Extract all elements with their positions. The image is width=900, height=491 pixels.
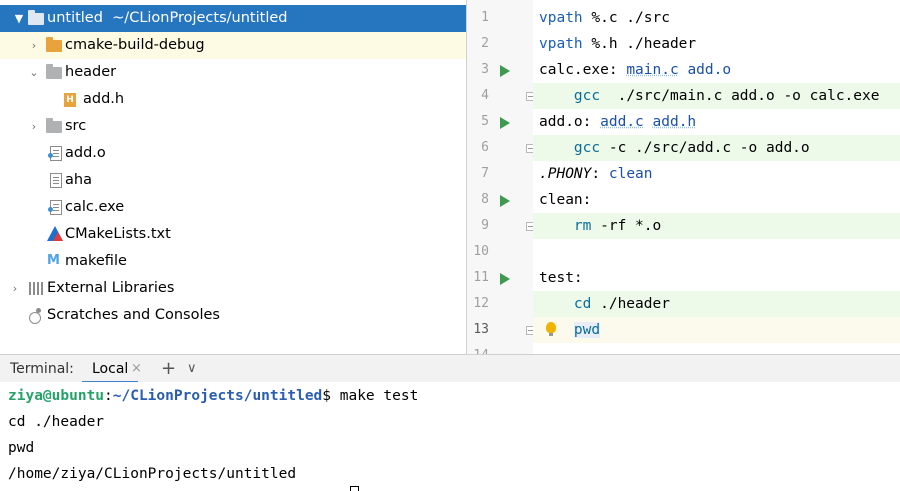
add-tab-button[interactable]: + [161,355,176,383]
tree-item-label: makefile [65,253,127,269]
cmake-icon [47,226,63,241]
tree-item-cmake-build-debug[interactable]: › cmake-build-debug [0,32,466,59]
run-target-icon[interactable] [500,195,510,207]
tree-item-makefile[interactable]: M makefile [0,248,466,275]
code-line-current[interactable]: pwd [533,317,900,343]
tree-item-add-h[interactable]: H add.h [0,86,466,113]
file-icon [48,146,62,161]
code-line[interactable]: vpath %.h ./header [533,31,900,57]
code-line[interactable]: rm -rf *.o [533,213,900,239]
code-line[interactable]: clean: [533,187,900,213]
line-number: 5 [481,114,489,129]
tree-item-header[interactable]: ⌄ header [0,59,466,86]
tree-item-add-o[interactable]: add.o [0,140,466,167]
header-file-icon: H [64,93,76,107]
folder-icon [46,64,62,79]
project-tree: ▼ untitled ~/CLionProjects/untitled › cm… [0,0,466,354]
line-number: 3 [481,62,489,77]
tree-item-calc-exe[interactable]: calc.exe [0,194,466,221]
makefile-icon: M [47,253,60,268]
tree-item-label: header [65,64,117,80]
line-number: 4 [481,88,489,103]
tree-item-label: cmake-build-debug [65,37,205,53]
code-line[interactable] [533,239,900,265]
tree-root-untitled[interactable]: ▼ untitled ~/CLionProjects/untitled [0,5,466,32]
folder-icon [46,37,62,52]
line-number: 2 [481,36,489,51]
line-number: 6 [481,140,489,155]
chevron-down-icon[interactable]: ∨ [187,355,197,383]
tree-item-label: src [65,118,87,134]
terminal-line: cd ./header [8,414,105,430]
code-line[interactable]: test: [533,265,900,291]
library-icon [29,282,44,295]
scratches-icon [29,308,45,324]
run-target-icon[interactable] [500,117,510,129]
lightbulb-icon[interactable] [546,322,556,336]
chevron-right-icon[interactable]: › [9,275,21,302]
code-line[interactable]: gcc -c ./src/add.c -o add.o [533,135,900,161]
line-number: 9 [481,218,489,233]
folder-icon [46,118,62,133]
tab-local[interactable]: Local [82,355,139,384]
code-line[interactable]: calc.exe: main.c add.o [533,57,900,83]
terminal-line: pwd [8,440,35,456]
line-number: 12 [473,296,489,311]
line-number: 1 [481,10,489,25]
terminal-output[interactable]: ziya@ubuntu:~/CLionProjects/untitled$ ma… [0,382,900,491]
file-icon [48,200,62,215]
terminal-prompt-line: ziya@ubuntu:~/CLionProjects/untitled$ ma… [8,388,419,404]
terminal-toolbar: Terminal: Local × + ∨ [0,354,900,384]
file-icon [50,173,62,188]
line-number: 11 [473,270,489,285]
editor-gutter: 1 2 3 4 5 6 7 8 9 10 11 12 13 14 [467,0,535,354]
close-icon[interactable]: × [131,355,142,383]
tree-item-aha[interactable]: aha [0,167,466,194]
line-number: 13 [473,322,489,337]
code-line[interactable]: cd ./header [533,291,900,317]
tree-item-src[interactable]: › src [0,113,466,140]
run-target-icon[interactable] [500,65,510,77]
run-target-icon[interactable] [500,273,510,285]
code-line[interactable]: add.o: add.c add.h [533,109,900,135]
line-number: 14 [467,343,489,354]
chevron-down-icon[interactable]: ⌄ [28,59,40,86]
chevron-right-icon[interactable]: › [28,113,40,140]
code-line[interactable]: .PHONY: clean [533,161,900,187]
tree-item-label: Scratches and Consoles [47,307,220,323]
folder-icon [28,10,44,25]
terminal-title: Terminal: [10,361,74,377]
tree-item-label: add.o [65,145,106,161]
code-editor[interactable]: 1 2 3 4 5 6 7 8 9 10 11 12 13 14 vpath %… [467,0,900,354]
line-number: 10 [473,244,489,259]
terminal-line: /home/ziya/CLionProjects/untitled [8,466,297,482]
tree-item-external-libraries[interactable]: › External Libraries [0,275,466,302]
tree-item-label: External Libraries [47,280,175,296]
tree-item-label: aha [65,172,92,188]
tree-item-cmakelists[interactable]: CMakeLists.txt [0,221,466,248]
code-line[interactable]: gcc ./src/main.c add.o -o calc.exe [533,83,900,109]
tree-root-label: untitled ~/CLionProjects/untitled [47,10,288,26]
line-number: 8 [481,192,489,207]
line-number: 7 [481,166,489,181]
code-line[interactable]: vpath %.c ./src [533,5,900,31]
tree-item-label: add.h [83,91,125,107]
chevron-right-icon[interactable]: › [28,32,40,59]
tree-item-label: calc.exe [65,199,125,215]
tree-item-label: CMakeLists.txt [65,226,171,242]
tree-item-scratches[interactable]: Scratches and Consoles [0,302,466,329]
chevron-down-icon[interactable]: ▼ [13,5,25,32]
terminal-cursor [350,486,359,491]
